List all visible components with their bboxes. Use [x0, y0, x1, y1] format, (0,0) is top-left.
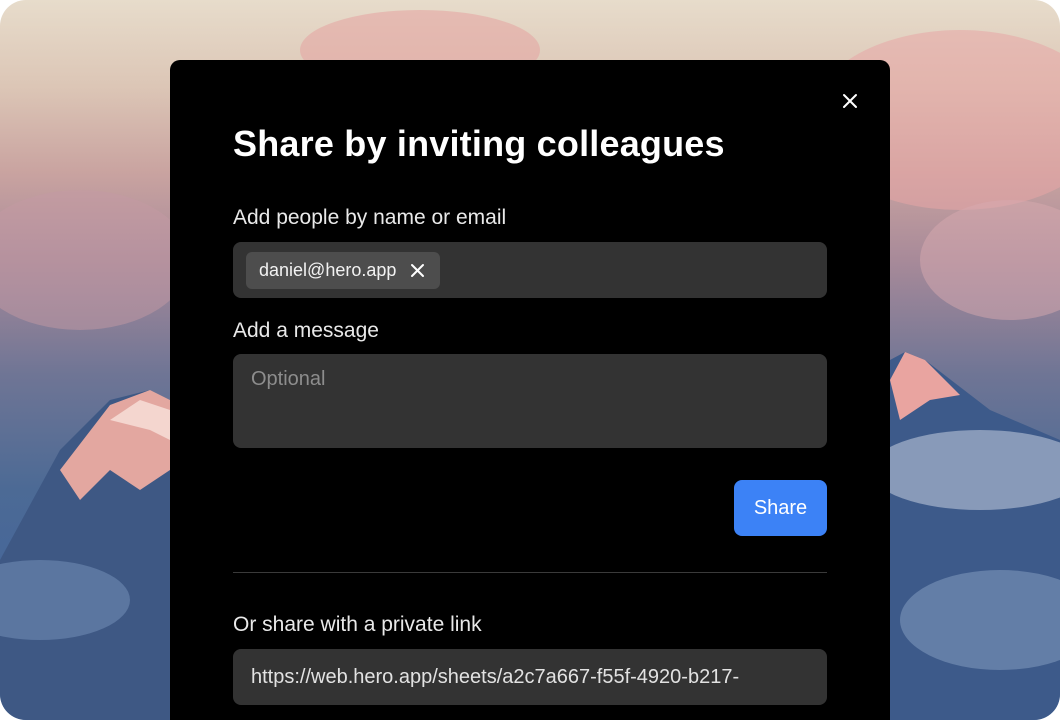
people-label: Add people by name or email: [233, 206, 507, 229]
message-field: [233, 354, 827, 448]
close-icon: [843, 94, 857, 108]
private-link-label: Or share with a private link: [233, 613, 482, 636]
message-label: Add a message: [233, 319, 379, 342]
remove-recipient-button[interactable]: [410, 263, 425, 278]
share-dialog: Share by inviting colleagues Add people …: [170, 60, 890, 720]
share-button[interactable]: Share: [734, 480, 827, 536]
recipient-chip-label: daniel@hero.app: [259, 260, 397, 280]
private-link-field[interactable]: https://web.hero.app/sheets/a2c7a667-f55…: [233, 649, 827, 705]
close-button[interactable]: [839, 90, 861, 112]
recipient-chip: daniel@hero.app: [246, 252, 440, 289]
message-input[interactable]: [233, 354, 827, 448]
close-icon: [411, 264, 424, 277]
divider: [233, 572, 827, 573]
private-link-url: https://web.hero.app/sheets/a2c7a667-f55…: [251, 666, 740, 688]
dialog-title: Share by inviting colleagues: [233, 123, 725, 164]
app-window: Share by inviting colleagues Add people …: [0, 0, 1060, 720]
people-input[interactable]: daniel@hero.app: [233, 242, 827, 298]
